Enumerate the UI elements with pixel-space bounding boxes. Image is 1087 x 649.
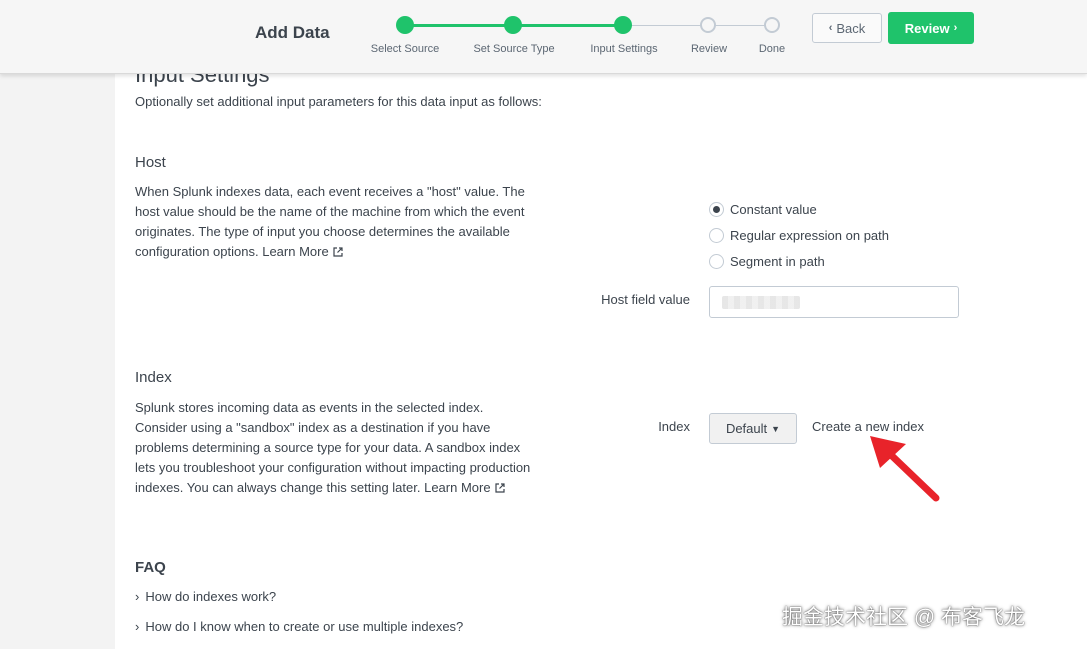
step-label-done: Done bbox=[758, 43, 786, 55]
step-label-input-settings: Input Settings bbox=[590, 43, 658, 55]
external-link-icon bbox=[494, 483, 505, 493]
radio-button-checked[interactable] bbox=[709, 202, 724, 217]
radio-segment-in-path[interactable]: Segment in path bbox=[709, 254, 825, 269]
input-settings-intro: Optionally set additional input paramete… bbox=[135, 94, 542, 109]
step-remaining-line bbox=[623, 25, 773, 26]
radio-label-segment-in-path: Segment in path bbox=[730, 254, 825, 269]
host-learn-more-label: Learn More bbox=[262, 244, 329, 259]
left-gutter bbox=[0, 0, 115, 649]
review-button-label: Review bbox=[904, 20, 950, 36]
external-link-icon bbox=[333, 247, 343, 257]
chevron-right-icon: › bbox=[135, 619, 140, 634]
faq-heading: FAQ bbox=[135, 559, 166, 576]
step-dot-input-settings bbox=[614, 16, 632, 34]
step-label-select-source: Select Source bbox=[370, 43, 440, 55]
chevron-right-icon: › bbox=[953, 22, 958, 34]
host-field-input[interactable] bbox=[709, 286, 959, 318]
faq-item[interactable]: › How do I know when to create or use mu… bbox=[135, 619, 463, 634]
radio-constant-value[interactable]: Constant value bbox=[709, 202, 817, 217]
faq-item-label: How do I know when to create or use mult… bbox=[145, 619, 464, 634]
radio-button[interactable] bbox=[709, 254, 724, 269]
host-description: When Splunk indexes data, each event rec… bbox=[135, 182, 530, 262]
radio-label-regex-on-path: Regular expression on path bbox=[730, 228, 889, 243]
faq-item-label: How do indexes work? bbox=[145, 589, 277, 604]
radio-regex-on-path[interactable]: Regular expression on path bbox=[709, 228, 889, 243]
caret-down-icon: ▼ bbox=[771, 423, 781, 434]
back-button[interactable]: ‹ Back bbox=[812, 13, 882, 43]
wizard-header: Add Data Select Source Set Source Type I… bbox=[0, 0, 1087, 74]
radio-label-constant-value: Constant value bbox=[730, 202, 817, 217]
chevron-left-icon: ‹ bbox=[828, 22, 833, 34]
index-field-label: Index bbox=[658, 419, 690, 434]
index-dropdown-value: Default bbox=[725, 421, 768, 436]
step-dot-review bbox=[700, 17, 716, 33]
watermark: 掘金技术社区 @ 布客飞龙 bbox=[782, 606, 1025, 629]
chevron-right-icon: › bbox=[135, 589, 140, 604]
step-label-review: Review bbox=[690, 43, 728, 55]
index-learn-more-label: Learn More bbox=[424, 480, 491, 495]
step-label-set-source-type: Set Source Type bbox=[473, 43, 555, 55]
index-heading: Index bbox=[135, 369, 172, 386]
page-title: Add Data bbox=[255, 23, 330, 42]
index-description: Splunk stores incoming data as events in… bbox=[135, 398, 535, 498]
step-dot-set-source-type bbox=[504, 16, 522, 34]
host-field-label: Host field value bbox=[601, 292, 690, 307]
step-dot-select-source bbox=[396, 16, 414, 34]
back-button-label: Back bbox=[836, 20, 866, 36]
blurred-host-value bbox=[722, 296, 800, 309]
step-dot-done bbox=[764, 17, 780, 33]
host-heading: Host bbox=[135, 154, 166, 171]
radio-button[interactable] bbox=[709, 228, 724, 243]
host-learn-more-link[interactable]: Learn More bbox=[262, 244, 343, 259]
faq-item[interactable]: › How do indexes work? bbox=[135, 589, 276, 604]
index-learn-more-link[interactable]: Learn More bbox=[424, 480, 505, 495]
index-dropdown[interactable]: Default ▼ bbox=[709, 413, 797, 444]
review-button[interactable]: Review › bbox=[888, 12, 974, 44]
red-arrow-annotation-icon bbox=[870, 436, 940, 502]
